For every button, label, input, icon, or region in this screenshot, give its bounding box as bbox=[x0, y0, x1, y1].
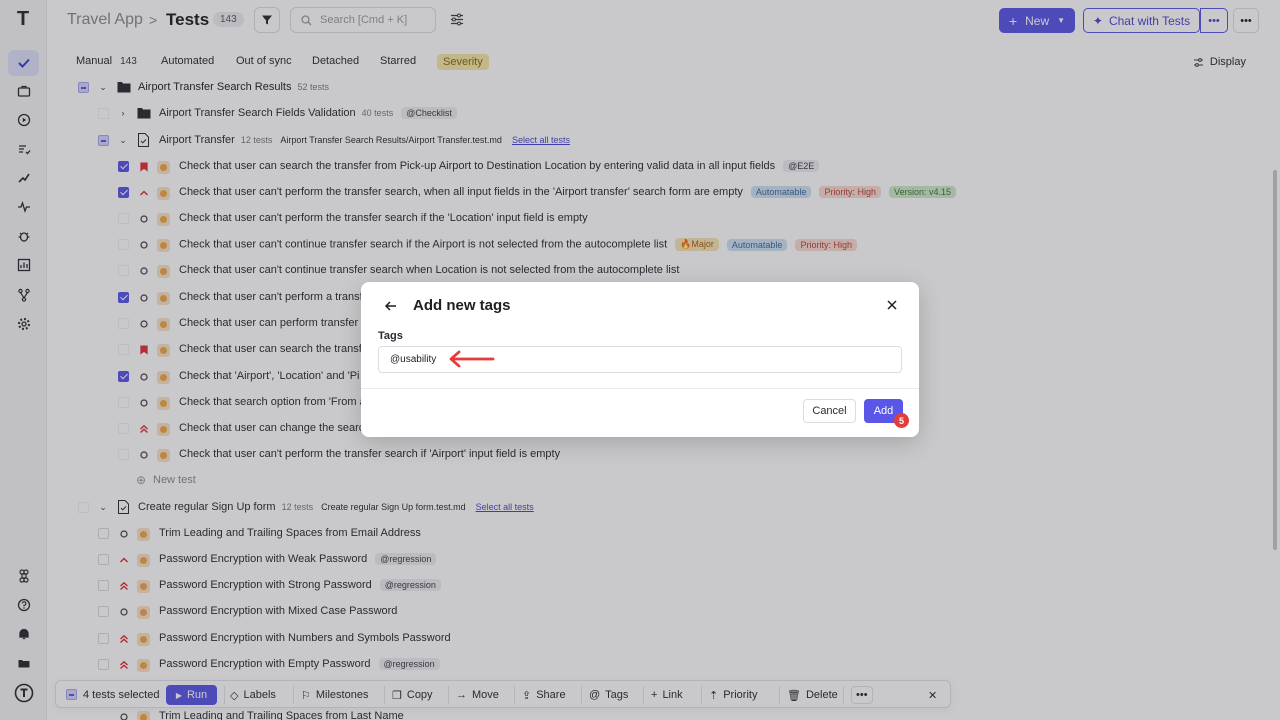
arrow-left-icon[interactable] bbox=[383, 298, 399, 314]
tags-field-label: Tags bbox=[378, 330, 403, 342]
close-icon[interactable] bbox=[885, 298, 899, 312]
cancel-button[interactable]: Cancel bbox=[803, 399, 856, 423]
annotation-arrow-icon bbox=[449, 350, 495, 368]
tags-input-value: @usability bbox=[390, 354, 437, 365]
step-number-badge: 5 bbox=[894, 413, 909, 428]
app-root: T Travel App > Tests 143 Search [Cmd + K… bbox=[0, 0, 1280, 720]
add-tags-dialog: Add new tags Tags @usability Cancel Add … bbox=[361, 282, 919, 437]
dialog-divider bbox=[361, 388, 919, 389]
dialog-title: Add new tags bbox=[413, 297, 511, 314]
